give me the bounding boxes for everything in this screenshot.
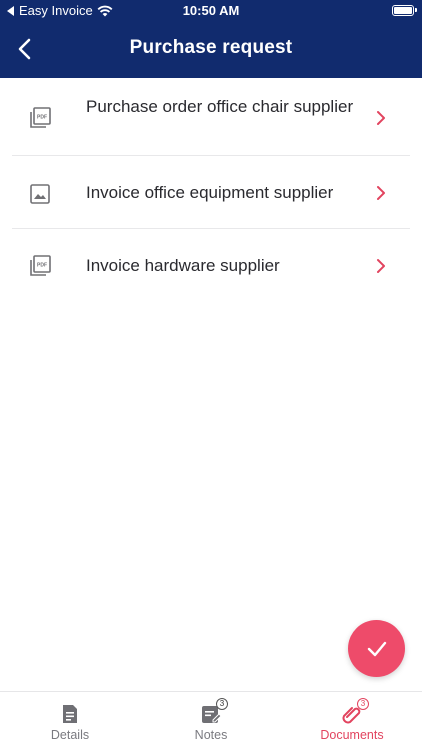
chevron-right-icon	[377, 111, 385, 125]
tab-bar: Details 3 Notes 3 Documents	[0, 691, 422, 750]
chevron-right-icon	[377, 186, 385, 200]
document-title: Invoice hardware supplier	[86, 256, 280, 275]
tab-notes[interactable]: 3 Notes	[141, 692, 281, 750]
tab-label: Details	[50, 728, 90, 742]
svg-text:PDF: PDF	[37, 115, 47, 121]
tab-documents[interactable]: 3 Documents	[282, 692, 422, 750]
pdf-icon: PDF	[30, 107, 51, 128]
battery-icon	[392, 5, 417, 16]
note-edit-icon-wrap: 3	[200, 698, 228, 725]
documents-count-badge: 3	[357, 698, 369, 710]
status-bar: Easy Invoice 10:50 AM	[0, 0, 422, 22]
pdf-icon: PDF	[30, 255, 51, 276]
page-title: Purchase request	[129, 37, 293, 58]
chevron-right-icon	[377, 259, 385, 273]
document-icon	[63, 705, 77, 723]
status-time: 10:50 AM	[182, 3, 240, 18]
app-header: Easy Invoice 10:50 AM Purchase request	[0, 0, 422, 78]
tab-details[interactable]: Details	[0, 692, 140, 750]
document-title: Purchase order office chair supplier	[86, 97, 354, 116]
svg-text:PDF: PDF	[37, 263, 47, 269]
list-item-document[interactable]: Invoice office equipment supplier	[0, 156, 422, 229]
document-list: PDF Purchase order office chair supplier…	[0, 78, 422, 302]
approve-button[interactable]	[348, 620, 405, 677]
list-item-document[interactable]: PDF Invoice hardware supplier	[0, 229, 422, 302]
tab-label: Documents	[320, 728, 384, 742]
notes-count-badge: 3	[216, 698, 228, 710]
document-title: Invoice office equipment supplier	[86, 183, 334, 202]
paperclip-icon-wrap: 3	[341, 698, 369, 725]
image-icon	[30, 184, 50, 204]
tab-label: Notes	[194, 728, 228, 742]
list-item-document[interactable]: PDF Purchase order office chair supplier	[0, 78, 422, 156]
checkmark-icon	[367, 641, 386, 656]
